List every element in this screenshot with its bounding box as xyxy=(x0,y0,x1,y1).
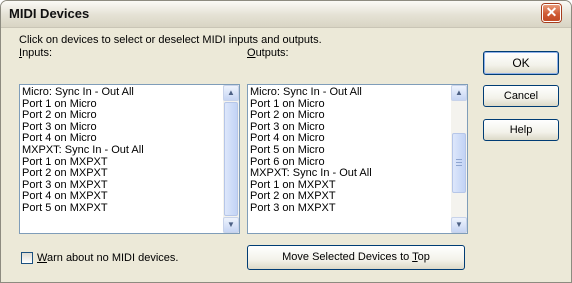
down-arrow-icon: ▼ xyxy=(455,220,463,229)
title-bar[interactable]: MIDI Devices ✕ xyxy=(1,1,571,28)
close-icon: ✕ xyxy=(545,4,558,20)
help-button[interactable]: Help xyxy=(483,119,559,141)
outputs-listbox[interactable]: Micro: Sync In - Out All Port 1 on Micro P… xyxy=(247,84,468,234)
close-button[interactable]: ✕ xyxy=(542,4,561,22)
cancel-button[interactable]: Cancel xyxy=(483,85,559,107)
list-item[interactable]: Micro: Sync In - Out All xyxy=(250,86,372,99)
list-item[interactable]: Port 5 on MXPXT xyxy=(22,202,144,215)
list-item[interactable]: Port 5 on Micro xyxy=(250,144,372,157)
move-selected-to-top-button[interactable]: Move Selected Devices to Top xyxy=(247,245,465,270)
inputs-listbox[interactable]: Micro: Sync In - Out All Port 1 on Micro P… xyxy=(19,84,240,234)
scroll-up-button[interactable]: ▲ xyxy=(451,85,467,101)
inputs-scroll-thumb[interactable] xyxy=(224,102,238,216)
thumb-grip xyxy=(456,159,462,160)
scroll-down-button[interactable]: ▼ xyxy=(223,217,239,233)
inputs-items: Micro: Sync In - Out All Port 1 on Micro P… xyxy=(22,86,144,215)
outputs-label: Outputs: xyxy=(247,47,289,59)
down-arrow-icon: ▼ xyxy=(227,220,235,229)
thumb-grip xyxy=(456,165,462,166)
scroll-down-button[interactable]: ▼ xyxy=(451,217,467,233)
warn-checkbox[interactable] xyxy=(21,252,33,264)
outputs-scrollbar[interactable]: ▲ ▼ xyxy=(451,85,467,233)
instructions-text: Click on devices to select or deselect M… xyxy=(19,34,322,46)
up-arrow-icon: ▲ xyxy=(227,88,235,97)
thumb-grip xyxy=(456,162,462,163)
inputs-scrollbar[interactable]: ▲ ▼ xyxy=(223,85,239,233)
window-title: MIDI Devices xyxy=(9,6,90,21)
up-arrow-icon: ▲ xyxy=(455,88,463,97)
list-item[interactable]: Port 3 on MXPXT xyxy=(250,202,372,215)
midi-devices-dialog: MIDI Devices ✕ Click on devices to selec… xyxy=(0,0,572,283)
warn-checkbox-label[interactable]: Warn about no MIDI devices. xyxy=(37,252,178,264)
scroll-up-button[interactable]: ▲ xyxy=(223,85,239,101)
list-item[interactable]: MXPXT: Sync In - Out All xyxy=(250,168,372,180)
list-item[interactable]: MXPXT: Sync In - Out All xyxy=(22,144,144,157)
list-item[interactable]: Micro: Sync In - Out All xyxy=(22,86,144,99)
outputs-items: Micro: Sync In - Out All Port 1 on Micro P… xyxy=(250,86,372,215)
list-item[interactable]: Port 2 on MXPXT xyxy=(22,168,144,180)
ok-button[interactable]: OK xyxy=(483,51,559,75)
inputs-label: Inputs: xyxy=(19,47,53,59)
outputs-scroll-thumb[interactable] xyxy=(452,133,466,193)
